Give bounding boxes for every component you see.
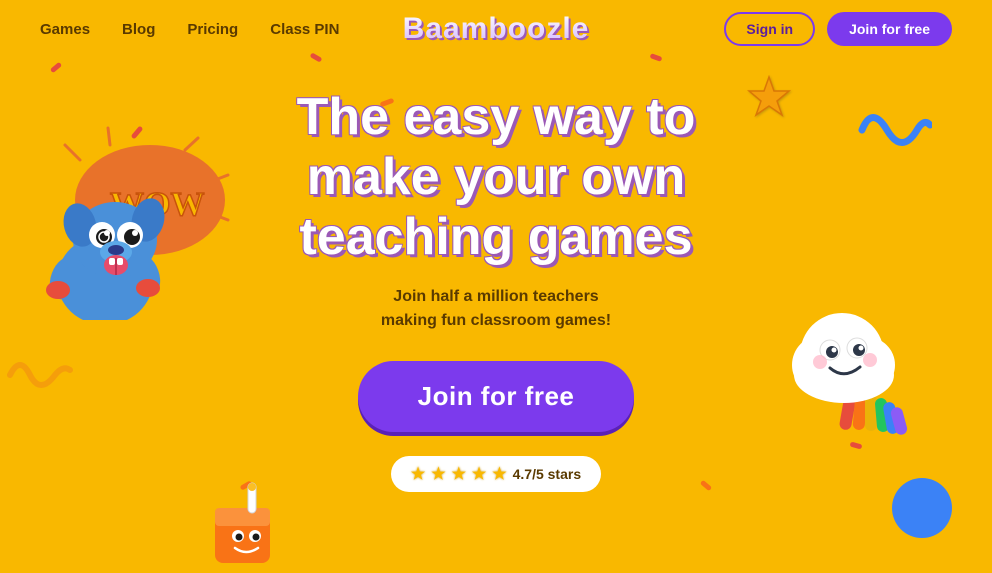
nav-links: Games Blog Pricing Class PIN xyxy=(40,21,339,38)
main-content: The easy way to make your own teaching g… xyxy=(0,58,992,492)
navbar: Games Blog Pricing Class PIN Baamboozle … xyxy=(0,0,992,58)
nav-games[interactable]: Games xyxy=(40,21,90,38)
stars-rating-bar: ★ ★ ★ ★ ★ 4.7/5 stars xyxy=(391,456,601,492)
star-2: ★ xyxy=(431,464,445,484)
signin-button[interactable]: Sign in xyxy=(724,12,815,46)
nav-blog[interactable]: Blog xyxy=(122,21,155,38)
subtitle-line1: Join half a million teachers xyxy=(393,288,598,305)
subtitle-line2: making fun classroom games! xyxy=(381,312,611,329)
nav-class-pin[interactable]: Class PIN xyxy=(270,21,339,38)
logo[interactable]: Baamboozle xyxy=(403,12,590,46)
rating-text: 4.7/5 stars xyxy=(513,466,582,482)
hero-subtitle: Join half a million teachers making fun … xyxy=(381,285,611,333)
star-3: ★ xyxy=(452,464,466,484)
star-4: ★ xyxy=(472,464,486,484)
star-5: ★ xyxy=(492,464,506,484)
hero-title: The easy way to make your own teaching g… xyxy=(286,88,706,267)
join-hero-button[interactable]: Join for free xyxy=(358,361,635,432)
nav-pricing[interactable]: Pricing xyxy=(187,21,238,38)
join-nav-button[interactable]: Join for free xyxy=(827,12,952,46)
nav-actions: Sign in Join for free xyxy=(724,12,952,46)
logo-text: Baamboozle xyxy=(403,12,590,45)
star-1: ★ xyxy=(411,464,425,484)
